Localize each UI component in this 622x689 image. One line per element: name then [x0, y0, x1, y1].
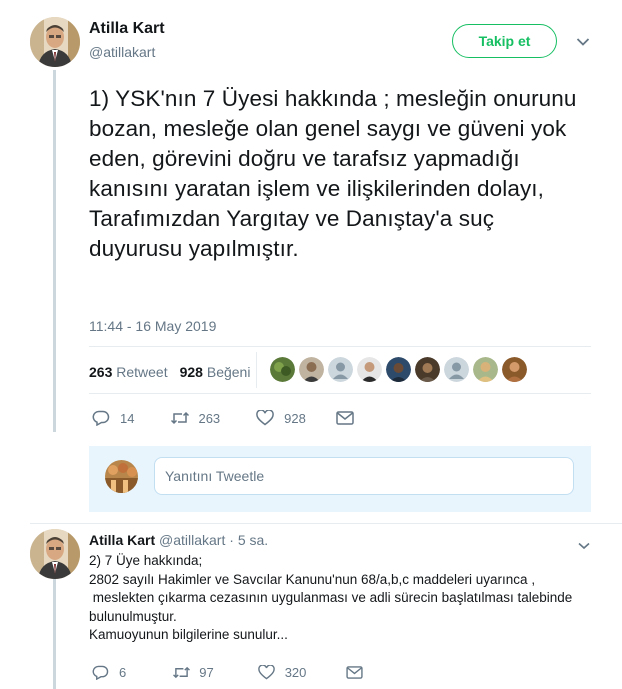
- direct-message-button[interactable]: [346, 666, 364, 679]
- retweet-count: 263: [198, 410, 221, 426]
- heart-icon: [256, 410, 274, 426]
- like-count: 928: [284, 410, 306, 426]
- reply-count: 14: [120, 410, 135, 426]
- tweet-text: 1) YSK'nın 7 Üyesi hakkında ; mesleğin o…: [89, 86, 577, 261]
- liker-avatar[interactable]: [444, 357, 469, 382]
- author-name[interactable]: Atilla Kart: [89, 20, 165, 38]
- reply-icon: [92, 665, 109, 680]
- retweet-icon: [170, 410, 190, 426]
- reply-box: Yanıtını Tweetle: [89, 446, 591, 512]
- retweet-stat-label: Retweet: [116, 364, 168, 380]
- tweet-actions: 14 263 928: [92, 410, 354, 426]
- second-tweet-text: 2) 7 Üye hakkında; 2802 sayılı Hakimler …: [89, 552, 579, 645]
- divider: [89, 393, 591, 394]
- chevron-down-icon[interactable]: [576, 34, 590, 52]
- tweet-line: Kamuoyunun bilgilerine sunulur...: [89, 627, 288, 642]
- liker-avatar[interactable]: [386, 357, 411, 382]
- liker-avatar[interactable]: [270, 357, 295, 382]
- avatar[interactable]: [30, 17, 80, 67]
- retweet-button[interactable]: 97: [172, 665, 214, 680]
- liker-avatar[interactable]: [299, 357, 324, 382]
- thread-line: [53, 70, 56, 432]
- envelope-icon: [336, 411, 354, 425]
- second-tweet-header: Atilla Kart @atillakart · 5 sa.: [89, 532, 268, 548]
- current-user-avatar: [105, 460, 138, 493]
- like-count: 320: [284, 665, 307, 680]
- direct-message-button[interactable]: [336, 411, 354, 425]
- reply-count: 6: [119, 665, 127, 680]
- liker-avatar[interactable]: [357, 357, 382, 382]
- avatar[interactable]: [30, 529, 80, 579]
- retweet-icon: [172, 665, 191, 680]
- liker-avatars: [270, 357, 527, 382]
- second-author-handle[interactable]: @atillakart: [159, 532, 225, 548]
- like-stat-label: Beğeni: [206, 364, 251, 380]
- liker-avatar[interactable]: [473, 357, 498, 382]
- thread-line-lower: [53, 578, 56, 689]
- author-handle[interactable]: @atillakart: [89, 44, 155, 60]
- reply-input[interactable]: Yanıtını Tweetle: [154, 457, 574, 495]
- retweet-stat-count: 263: [89, 364, 113, 380]
- liker-avatar[interactable]: [415, 357, 440, 382]
- reply-button[interactable]: 14: [92, 410, 134, 426]
- reply-button[interactable]: 6: [92, 665, 126, 680]
- retweet-button[interactable]: 263: [170, 410, 220, 426]
- like-button[interactable]: 928: [256, 410, 306, 426]
- liker-avatar[interactable]: [502, 357, 527, 382]
- divider: [30, 523, 622, 524]
- chevron-down-icon[interactable]: [578, 537, 590, 555]
- second-tweet-time[interactable]: 5 sa.: [238, 532, 268, 548]
- second-author-name[interactable]: Atilla Kart: [89, 532, 155, 548]
- stats-separator: [256, 352, 257, 388]
- like-button[interactable]: 320: [257, 665, 307, 680]
- like-stat-count: 928: [179, 364, 203, 380]
- separator: ·: [229, 532, 234, 548]
- second-tweet-actions: 6 97 320: [92, 665, 364, 680]
- retweet-count: 97: [199, 665, 214, 680]
- envelope-icon: [346, 666, 364, 679]
- tweet-stats: 263 Retweet 928 Beğeni: [89, 364, 250, 380]
- retweet-stat[interactable]: 263 Retweet: [89, 364, 168, 380]
- tweet-timestamp[interactable]: 11:44 - 16 May 2019: [89, 318, 216, 334]
- heart-icon: [257, 665, 275, 680]
- like-stat[interactable]: 928 Beğeni: [180, 364, 251, 380]
- reply-icon: [92, 410, 110, 426]
- divider: [89, 346, 591, 347]
- tweet-line: 2802 sayılı Hakimler ve Savcılar Kanunu'…: [89, 571, 536, 587]
- follow-button[interactable]: Takip et: [452, 24, 557, 58]
- liker-avatar[interactable]: [328, 357, 353, 382]
- tweet-line: meslekten çıkarma cezasının uygulanması …: [89, 590, 577, 624]
- tweet-line: 2) 7 Üye hakkında;: [89, 553, 203, 568]
